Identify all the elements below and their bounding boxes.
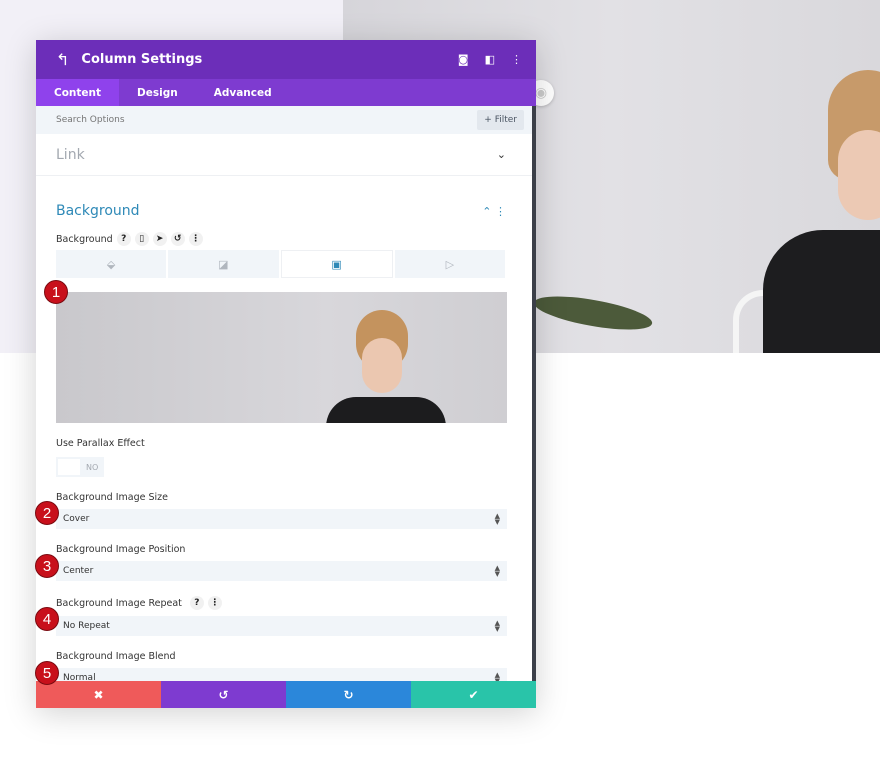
gradient-icon[interactable]: ◪ [168,250,279,278]
modal-header: ↰ Column Settings ◙ ◧ ⋮ [36,40,536,79]
parallax-field: Use Parallax Effect NO [36,438,532,477]
field-label: Background Image Size [56,492,168,503]
help-icon[interactable]: ? [116,232,131,246]
background-label-row: Background ? ▯ ➤ ↺ ⋮ [36,232,532,246]
more-vertical-icon[interactable]: ⋮ [207,596,222,610]
search-input[interactable] [56,115,176,125]
modal-title: Column Settings [81,52,203,67]
field-label: Background [56,233,113,245]
undo-icon: ↺ [218,687,229,702]
chevron-down-icon[interactable]: ⌄ [497,148,506,161]
select-value: No Repeat [63,621,110,631]
filter-button[interactable]: + Filter [477,110,524,130]
video-icon[interactable]: ▷ [394,250,505,278]
mobile-icon[interactable]: ▯ [134,232,149,246]
more-vertical-icon[interactable]: ⋮ [511,53,522,66]
background-image-preview[interactable] [56,292,507,423]
select-arrows-icon: ▲▼ [494,512,500,526]
toggle-value: NO [86,462,99,472]
modal-footer: ✖ ↺ ↻ ✔ [36,681,536,708]
reset-icon[interactable]: ↺ [170,232,185,246]
field-label: Background Image Position [56,544,186,555]
cancel-button[interactable]: ✖ [36,681,161,708]
image-icon[interactable]: ▣ [280,250,393,278]
section-link[interactable]: Link ⌄ [36,134,532,176]
select-value: Cover [63,514,90,524]
select-arrows-icon: ▲▼ [494,619,500,633]
annotation-badge: 5 [35,661,59,685]
parallax-toggle[interactable]: NO [56,457,104,477]
split-view-icon[interactable]: ◧ [485,53,495,66]
select-arrows-icon: ▲▼ [494,564,500,578]
chevron-up-icon[interactable]: ⌃ ⋮ [482,205,506,218]
close-icon: ✖ [93,687,104,702]
column-settings-modal: ↰ Column Settings ◙ ◧ ⋮ Content Design A… [36,40,536,708]
image-repeat-select[interactable]: No Repeat ▲ ▼ [56,616,507,636]
annotation-badge: 3 [35,554,59,578]
focus-icon[interactable]: ◙ [458,53,469,66]
preview-woman-body [326,397,446,423]
undo-arrow-icon[interactable]: ↰ [56,50,69,69]
search-bar: + Filter [36,106,536,134]
image-size-field: Background Image Size Cover ▲ ▼ [36,492,532,529]
help-icon[interactable]: ? [189,596,204,610]
tab-advanced[interactable]: Advanced [196,79,290,106]
annotation-badge: 1 [44,280,68,304]
redo-button[interactable]: ↻ [286,681,411,708]
redo-icon: ↻ [343,687,354,702]
preview-woman-face [362,338,402,393]
field-label: Background Image Blend [56,651,176,662]
image-position-field: Background Image Position Center ▲ ▼ [36,544,532,581]
woman-jacket [763,230,880,353]
tab-content[interactable]: Content [36,79,120,106]
more-vertical-icon[interactable]: ⋮ [188,232,203,246]
color-fill-icon[interactable]: ⬙ [56,250,167,278]
settings-body: Link ⌄ Background ⌃ ⋮ Background ? ▯ ➤ ↺… [36,134,536,688]
scrollbar[interactable] [532,134,536,571]
annotation-badge: 2 [35,501,59,525]
annotation-badge: 4 [35,607,59,631]
tab-bar: Content Design Advanced [36,79,536,106]
section-background[interactable]: Background ⌃ ⋮ [36,176,532,232]
image-size-select[interactable]: Cover ▲ ▼ [56,509,507,529]
field-label-row: Background Image Repeat? ⋮ [36,596,532,610]
section-title: Link [56,146,85,163]
image-repeat-field: Background Image Repeat? ⋮ No Repeat ▲ ▼ [36,596,532,636]
select-value: Center [63,566,94,576]
undo-button[interactable]: ↺ [161,681,286,708]
woman-face [838,130,880,220]
save-button[interactable]: ✔ [411,681,536,708]
tab-design[interactable]: Design [119,79,196,106]
check-icon: ✔ [468,687,479,702]
section-title: Background [56,203,140,219]
field-label: Use Parallax Effect [56,438,145,449]
field-label: Background Image Repeat [56,597,182,609]
plant-leaf [531,289,655,337]
background-type-tabs: ⬙ ◪ ▣ ▷ [56,250,507,278]
image-position-select[interactable]: Center ▲ ▼ [56,561,507,581]
cursor-icon[interactable]: ➤ [152,232,167,246]
